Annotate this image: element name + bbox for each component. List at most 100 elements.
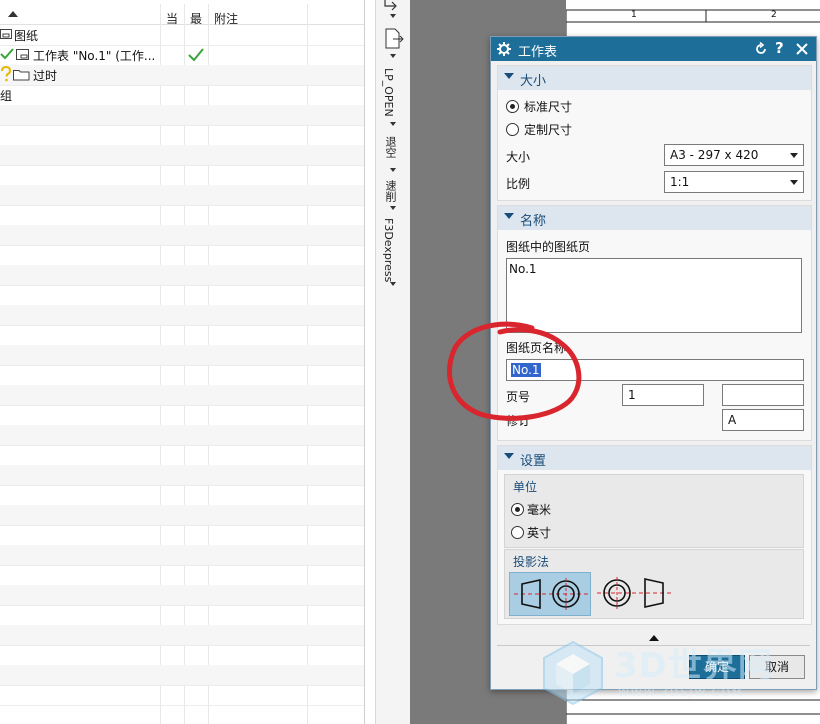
empty-row	[0, 585, 364, 606]
size-value: A3 - 297 x 420	[670, 148, 759, 162]
empty-row	[0, 605, 364, 626]
page-number-value: 1	[628, 388, 636, 402]
custom-size-label: 定制尺寸	[524, 123, 573, 137]
page-number-extra-input[interactable]	[722, 384, 804, 406]
inch-radio[interactable]	[511, 526, 524, 539]
empty-row	[0, 225, 364, 246]
border-number: 1	[631, 10, 637, 20]
scale-label: 比例	[506, 177, 531, 191]
empty-row	[0, 125, 364, 146]
empty-row	[0, 625, 364, 646]
empty-row	[0, 385, 364, 406]
size-section: 大小 标准尺寸 定制尺寸 大小 A3 - 297 x 420 比例 1:1	[497, 65, 812, 201]
settings-section-header[interactable]: 设置	[498, 446, 811, 470]
empty-row	[0, 405, 364, 426]
tree-row-sheet[interactable]: 工作表 "No.1" (工作...	[0, 45, 364, 66]
tree-row-outdated[interactable]: 过时	[0, 65, 364, 86]
dialog-titlebar[interactable]: 工作表 ?	[491, 37, 816, 61]
tree-label: 组	[0, 89, 13, 103]
toolbar-f3dexpress[interactable]: F3Dexpress	[382, 218, 395, 282]
toolbar-item-3[interactable]: 速削	[382, 180, 398, 202]
empty-row	[0, 665, 364, 686]
dialog-title: 工作表	[518, 45, 558, 60]
empty-row	[0, 245, 364, 266]
standard-size-label: 标准尺寸	[524, 100, 573, 114]
empty-row	[0, 525, 364, 546]
inch-label: 英寸	[527, 526, 552, 540]
chevron-down-icon	[790, 180, 798, 185]
part-navigator: 当 最 附注 图纸 工作表 "No.1" (工作... 过时 组	[0, 0, 365, 724]
first-angle-projection-icon	[514, 578, 588, 610]
settings-section: 设置 单位 毫米 英寸 投影法	[497, 445, 812, 625]
section-title: 名称	[520, 214, 547, 229]
collapse-arrow-icon	[504, 453, 514, 459]
empty-row	[0, 685, 364, 706]
tree-row-drawing[interactable]: 图纸	[0, 25, 364, 46]
units-label: 单位	[513, 480, 538, 494]
toolbar-lp-open[interactable]: LP_OPEN	[382, 68, 395, 117]
border-number: 2	[771, 10, 777, 20]
scale-value: 1:1	[670, 175, 690, 189]
dropdown-arrow-icon[interactable]	[390, 14, 396, 18]
sort-arrow-icon[interactable]	[8, 11, 18, 17]
tree-label: 工作表 "No.1" (工作...	[33, 49, 156, 63]
empty-row	[0, 485, 364, 506]
watermark-brand: 3D世界网	[614, 646, 773, 686]
size-label: 大小	[506, 150, 531, 164]
empty-row	[0, 325, 364, 346]
millimeter-label: 毫米	[527, 503, 552, 517]
revision-input[interactable]: A	[722, 409, 804, 431]
empty-row	[0, 545, 364, 566]
dropdown-arrow-icon[interactable]	[390, 206, 396, 210]
dropdown-arrow-icon[interactable]	[390, 168, 396, 172]
sheets-list-item[interactable]: No.1	[509, 262, 537, 276]
export-icon[interactable]	[383, 0, 403, 12]
check-icon	[0, 48, 14, 60]
empty-row	[0, 645, 364, 666]
chevron-down-icon	[790, 153, 798, 158]
empty-row	[0, 505, 364, 526]
dropdown-arrow-icon[interactable]	[390, 54, 396, 58]
empty-row	[0, 565, 364, 586]
dropdown-arrow-icon[interactable]	[390, 282, 396, 286]
tree-label: 图纸	[14, 29, 39, 43]
revision-value: A	[728, 413, 737, 427]
projection-group: 投影法	[504, 549, 804, 619]
gear-icon	[497, 42, 511, 56]
navigator-header: 当 最 附注	[0, 4, 364, 26]
millimeter-radio[interactable]	[511, 503, 524, 516]
watermark-url: WWW.3DSJW.COM	[618, 686, 744, 699]
help-icon[interactable]: ?	[775, 39, 784, 57]
sheets-in-drawing-label: 图纸中的图纸页	[506, 240, 591, 254]
tree-label: 过时	[33, 69, 58, 83]
size-select[interactable]: A3 - 297 x 420	[664, 144, 804, 166]
empty-row	[0, 305, 364, 326]
dropdown-arrow-icon[interactable]	[390, 122, 396, 126]
file-export-icon[interactable]	[383, 28, 405, 50]
red-annotation-circle	[447, 321, 582, 421]
third-angle-projection-button[interactable]	[593, 572, 673, 614]
sheet-icon	[16, 49, 29, 60]
reset-icon[interactable]	[754, 42, 768, 56]
projection-label: 投影法	[513, 555, 550, 569]
page-number-input[interactable]: 1	[622, 384, 704, 406]
name-section-header[interactable]: 名称	[498, 206, 811, 230]
size-section-header[interactable]: 大小	[498, 66, 811, 90]
collapse-arrow-icon	[504, 73, 514, 79]
section-title: 设置	[520, 454, 547, 469]
first-angle-projection-button[interactable]	[509, 572, 591, 616]
scale-select[interactable]: 1:1	[664, 171, 804, 193]
standard-size-radio[interactable]	[506, 100, 519, 113]
empty-row	[0, 205, 364, 226]
empty-row	[0, 105, 364, 126]
custom-size-radio[interactable]	[506, 123, 519, 136]
tree-row-group[interactable]: 组	[0, 85, 364, 106]
toolbar-item-2[interactable]: 退空	[382, 136, 398, 158]
empty-row	[0, 185, 364, 206]
third-angle-projection-icon	[597, 577, 671, 609]
empty-row	[0, 345, 364, 366]
section-title: 大小	[520, 74, 547, 89]
close-icon[interactable]	[795, 42, 809, 56]
empty-row	[0, 445, 364, 466]
cube-logo-icon	[543, 640, 603, 706]
